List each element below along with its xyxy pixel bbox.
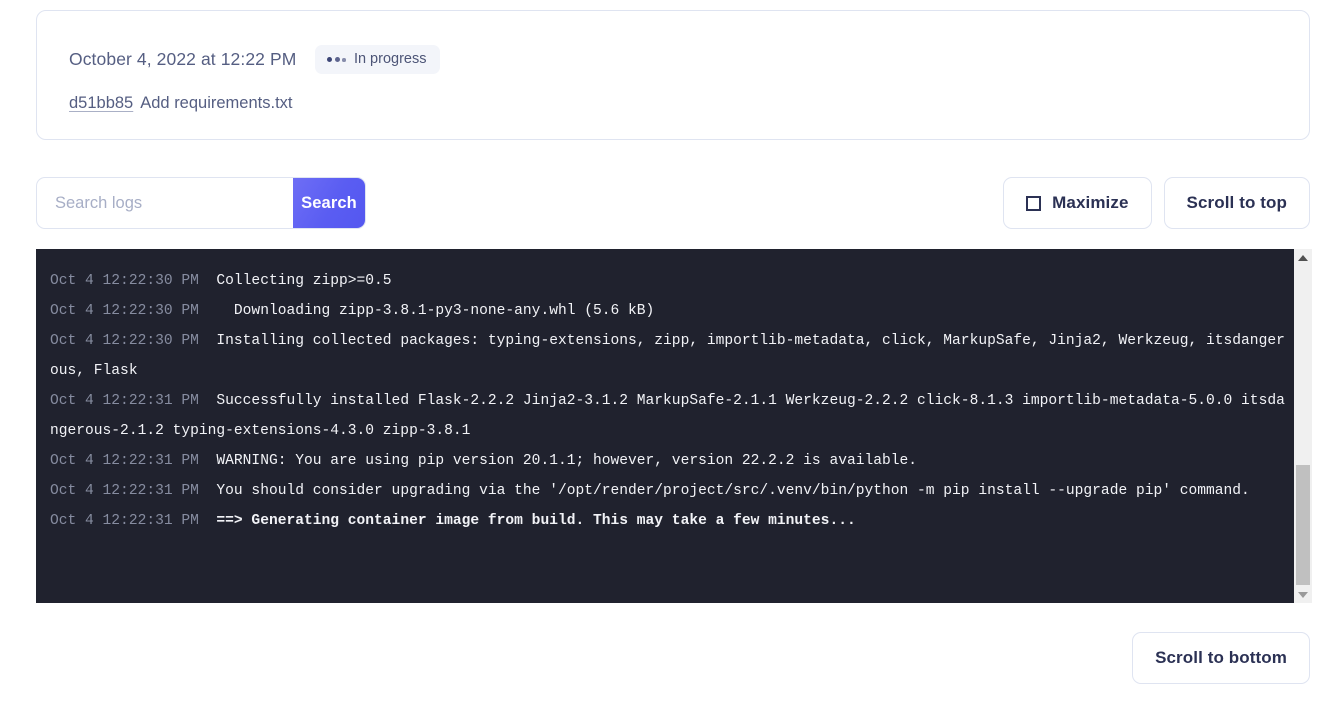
log-line: Oct 4 12:22:31 PM You should consider up… xyxy=(50,476,1287,506)
scrollbar-thumb[interactable] xyxy=(1296,465,1310,585)
log-line-timestamp: Oct 4 12:22:31 PM xyxy=(50,513,217,529)
log-line-timestamp: Oct 4 12:22:30 PM xyxy=(50,273,217,289)
search-group: Search xyxy=(36,177,366,229)
maximize-corners-icon xyxy=(1026,195,1042,211)
log-line-message: Downloading zipp-3.8.1-py3-none-any.whl … xyxy=(216,303,655,319)
scroll-to-bottom-button[interactable]: Scroll to bottom xyxy=(1132,632,1310,684)
log-line-timestamp: Oct 4 12:22:30 PM xyxy=(50,333,217,349)
maximize-button[interactable]: Maximize xyxy=(1003,177,1152,229)
maximize-button-label: Maximize xyxy=(1052,193,1129,212)
scroll-to-top-button[interactable]: Scroll to top xyxy=(1163,177,1310,229)
log-line: Oct 4 12:22:31 PM Successfully installed… xyxy=(50,386,1287,446)
footer-actions: Scroll to bottom xyxy=(36,632,1310,686)
log-line-message: You should consider upgrading via the '/… xyxy=(216,483,1250,499)
log-line: Oct 4 12:22:30 PM Installing collected p… xyxy=(50,326,1287,386)
scrollbar-arrow-up-icon[interactable] xyxy=(1294,249,1312,266)
log-line-timestamp: Oct 4 12:22:30 PM xyxy=(50,303,217,319)
log-output[interactable]: Oct 4 12:22:30 PM Collecting zipp>=0.5 Oc… xyxy=(36,249,1293,603)
toolbar-actions: Maximize Scroll to top xyxy=(1003,177,1310,229)
log-line-message: Successfully installed Flask-2.2.2 Jinja… xyxy=(50,393,1285,439)
log-line: Oct 4 12:22:30 PM Downloading zipp-3.8.1… xyxy=(50,296,1287,326)
log-line-timestamp: Oct 4 12:22:31 PM xyxy=(50,483,217,499)
search-input[interactable] xyxy=(37,178,293,228)
three-dots-loading-icon xyxy=(327,53,346,65)
log-line-timestamp: Oct 4 12:22:31 PM xyxy=(50,453,217,469)
log-line: Oct 4 12:22:31 PM WARNING: You are using… xyxy=(50,446,1287,476)
status-badge: In progress xyxy=(315,45,441,74)
deploy-status-row: October 4, 2022 at 12:22 PM In progress xyxy=(69,45,441,74)
logs-toolbar: Search Maximize Scroll to top xyxy=(36,177,1310,229)
log-line: Oct 4 12:22:31 PM ==> Generating contain… xyxy=(50,506,1287,536)
commit-hash-link[interactable]: d51bb85 xyxy=(69,94,133,112)
status-badge-label: In progress xyxy=(353,51,427,67)
log-line-message: Installing collected packages: typing-ex… xyxy=(50,333,1285,379)
log-scrollbar[interactable] xyxy=(1293,249,1312,603)
deploy-info-card: October 4, 2022 at 12:22 PM In progress … xyxy=(36,10,1310,140)
log-line: Oct 4 12:22:30 PM Collecting zipp>=0.5 xyxy=(50,266,1287,296)
deploy-timestamp: October 4, 2022 at 12:22 PM xyxy=(69,49,297,69)
log-line-message: WARNING: You are using pip version 20.1.… xyxy=(216,453,918,469)
commit-message: Add requirements.txt xyxy=(140,94,293,112)
log-line-timestamp: Oct 4 12:22:31 PM xyxy=(50,393,217,409)
log-panel: Oct 4 12:22:30 PM Collecting zipp>=0.5 Oc… xyxy=(36,249,1312,603)
scrollbar-arrow-down-icon[interactable] xyxy=(1294,586,1312,603)
log-line-message: ==> Generating container image from buil… xyxy=(216,513,856,529)
deploy-commit-row: d51bb85 Add requirements.txt xyxy=(69,94,293,113)
search-button[interactable]: Search xyxy=(293,178,365,228)
log-line-message: Collecting zipp>=0.5 xyxy=(216,273,392,289)
